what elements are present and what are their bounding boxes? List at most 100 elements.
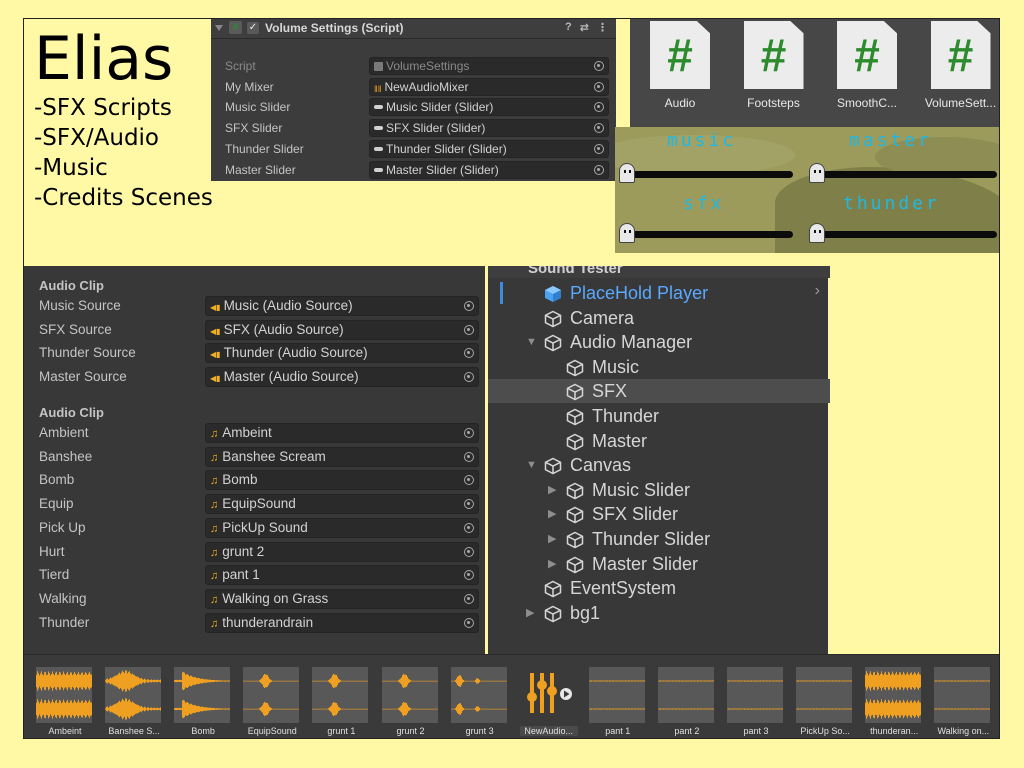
hierarchy-item[interactable]: Thunder	[488, 404, 830, 428]
foldout-closed-icon[interactable]: ▶	[548, 502, 556, 526]
script-asset[interactable]: # SmoothC...	[821, 21, 913, 110]
object-field[interactable]: ǁǁ NewAudioMixer	[369, 77, 609, 96]
project-asset[interactable]: Bomb	[174, 667, 232, 736]
project-asset[interactable]: pant 3	[727, 667, 785, 736]
hierarchy-item[interactable]: ▼ Canvas	[488, 453, 830, 477]
foldout-icon[interactable]	[215, 24, 223, 31]
sfx-slider-track[interactable]	[623, 231, 793, 238]
music-slider-track[interactable]	[623, 171, 793, 178]
waveform-bar	[491, 680, 493, 682]
object-picker-icon[interactable]	[594, 123, 604, 134]
project-asset[interactable]: pant 2	[657, 667, 716, 736]
audio-source-field[interactable]: ◀▮ Thunder (Audio Source)	[205, 343, 479, 364]
foldout-closed-icon[interactable]: ▶	[548, 478, 556, 502]
script-asset[interactable]: # Footsteps	[728, 21, 820, 110]
audio-source-field[interactable]: ◀▮ SFX (Audio Source)	[205, 319, 479, 340]
object-field[interactable]: SFX Slider (Slider)	[369, 119, 609, 138]
thunder-slider-track[interactable]	[811, 231, 997, 238]
object-picker-icon[interactable]	[464, 372, 474, 383]
waveform-bar	[274, 680, 276, 682]
object-picker-icon[interactable]	[464, 499, 474, 510]
object-field[interactable]: Music Slider (Slider)	[369, 98, 609, 117]
hierarchy-item[interactable]: ▶ Master Slider	[488, 552, 830, 576]
waveform-bar	[425, 680, 427, 682]
object-picker-icon[interactable]	[594, 61, 604, 71]
project-asset[interactable]: grunt 1	[312, 667, 370, 736]
hierarchy-item[interactable]: EventSystem	[488, 576, 830, 600]
audio-clip-field[interactable]: ♫ Walking on Grass	[205, 588, 479, 609]
hierarchy-item[interactable]: ▶ bg1	[488, 601, 830, 625]
audio-clip-field[interactable]: ♫ PickUp Sound	[205, 517, 479, 538]
object-picker-icon[interactable]	[464, 428, 474, 438]
audio-clip-field[interactable]: ♫ pant 1	[205, 565, 479, 586]
master-slider-track[interactable]	[811, 171, 997, 178]
foldout-closed-icon[interactable]: ▶	[548, 552, 556, 576]
audio-source-field[interactable]: ◀▮ Master (Audio Source)	[205, 367, 479, 388]
project-asset[interactable]: Banshee S...	[105, 667, 163, 736]
object-picker-icon[interactable]	[464, 617, 474, 628]
hierarchy-item[interactable]: SFX	[488, 379, 830, 404]
project-asset[interactable]: pant 1	[588, 667, 647, 736]
hierarchy-item[interactable]: Music	[488, 355, 830, 379]
hierarchy-item[interactable]: ▶ SFX Slider	[488, 502, 830, 526]
audio-clip-field[interactable]: ♫ grunt 2	[205, 541, 479, 562]
project-asset[interactable]: grunt 3	[450, 667, 509, 736]
thunder-slider-handle[interactable]	[809, 223, 825, 243]
object-picker-icon[interactable]	[594, 143, 604, 154]
foldout-closed-icon[interactable]: ▶	[526, 601, 534, 625]
master-slider-handle[interactable]	[809, 163, 825, 183]
preset-icon[interactable]: ⇄	[580, 21, 589, 34]
script-asset[interactable]: # Audio	[634, 21, 726, 110]
object-picker-icon[interactable]	[464, 546, 474, 557]
audio-clip-icon: ♫	[210, 570, 219, 583]
hierarchy-item[interactable]: ▼ Audio Manager	[488, 330, 830, 354]
hierarchy-item[interactable]: ▶ Thunder Slider	[488, 527, 830, 551]
project-asset[interactable]: EquipSound	[243, 667, 301, 736]
object-picker-icon[interactable]	[464, 324, 474, 335]
project-asset[interactable]: thunderan...	[865, 667, 923, 736]
hierarchy-item[interactable]: Master	[488, 429, 830, 453]
object-picker-icon[interactable]	[594, 102, 604, 113]
object-picker-icon[interactable]	[464, 593, 474, 604]
object-picker-icon[interactable]	[594, 81, 604, 92]
scene-name[interactable]: Sound Tester	[528, 266, 623, 277]
object-picker-icon[interactable]	[464, 301, 474, 311]
object-picker-icon[interactable]	[464, 570, 474, 581]
help-icon[interactable]: ?	[565, 21, 572, 34]
object-picker-icon[interactable]	[464, 451, 474, 462]
foldout-closed-icon[interactable]: ▶	[548, 527, 556, 551]
waveform-bar	[694, 680, 696, 682]
project-asset[interactable]: grunt 2	[381, 667, 440, 736]
object-picker-icon[interactable]	[464, 348, 474, 359]
audio-clip-thumbnail	[934, 667, 991, 723]
object-field[interactable]: Thunder Slider (Slider)	[369, 139, 609, 158]
object-picker-icon[interactable]	[464, 475, 474, 486]
waveform-bar	[939, 708, 941, 710]
audio-clip-field[interactable]: ♫ thunderandrain	[205, 612, 479, 633]
object-picker-icon[interactable]	[594, 164, 604, 175]
audio-source-field[interactable]: ◀▮ Music (Audio Source)	[205, 296, 479, 316]
audio-clip-field[interactable]: ♫ EquipSound	[205, 494, 479, 515]
waveform-bar	[624, 708, 626, 710]
hierarchy-item[interactable]: Camera	[488, 306, 830, 330]
project-asset[interactable]: Ambeint	[36, 667, 94, 736]
project-asset[interactable]: NewAudio...	[519, 667, 578, 736]
audio-clip-field[interactable]: ♫ Ambeint	[205, 423, 479, 443]
object-field[interactable]: VolumeSettings	[369, 57, 609, 75]
project-asset[interactable]: Walking on...	[934, 667, 992, 736]
sfx-slider-handle[interactable]	[619, 223, 635, 243]
audio-clip-field[interactable]: ♫ Banshee Scream	[205, 446, 479, 467]
enabled-checkbox[interactable]: ✓	[247, 21, 259, 34]
project-asset[interactable]: PickUp So...	[796, 667, 854, 736]
more-icon[interactable]: ⋮	[597, 21, 608, 34]
hierarchy-item[interactable]: ▶ Music Slider	[488, 478, 830, 502]
music-slider-handle[interactable]	[619, 163, 635, 183]
component-header[interactable]: # ✓ Volume Settings (Script) ? ⇄ ⋮	[211, 19, 616, 39]
foldout-open-icon[interactable]: ▼	[526, 330, 537, 354]
foldout-open-icon[interactable]: ▼	[526, 453, 537, 477]
object-field[interactable]: Master Slider (Slider)	[369, 160, 609, 179]
object-picker-icon[interactable]	[464, 522, 474, 533]
audio-clip-field[interactable]: ♫ Bomb	[205, 470, 479, 491]
script-asset[interactable]: # VolumeSett...	[915, 21, 1000, 110]
hierarchy-item[interactable]: PlaceHold Player	[488, 281, 830, 305]
